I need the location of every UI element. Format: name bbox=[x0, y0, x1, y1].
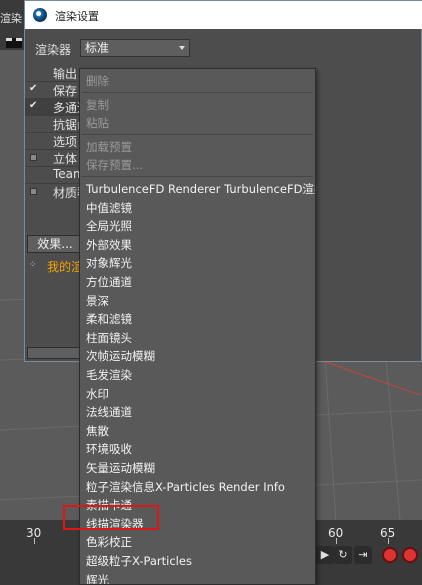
nav-item-material-override[interactable]: 材质覆写 bbox=[25, 184, 101, 200]
checkbox[interactable] bbox=[30, 188, 37, 195]
menu-item[interactable]: 柱面镜头 bbox=[80, 329, 315, 348]
ruler-tick bbox=[336, 538, 337, 544]
cinema4d-logo-icon bbox=[33, 8, 47, 22]
render-clapper-icon[interactable] bbox=[6, 38, 22, 48]
nav-item-team[interactable]: Team bbox=[25, 167, 85, 183]
chevron-down-icon bbox=[179, 46, 185, 50]
effects-button[interactable]: 效果... bbox=[27, 235, 83, 253]
menu-item[interactable]: 法线通道 bbox=[80, 403, 315, 422]
menu-item[interactable]: 水印 bbox=[80, 385, 315, 404]
playback-controls: ▶ ↻ ⇥ bbox=[312, 546, 422, 568]
menu-item[interactable]: 全局光照 bbox=[80, 217, 315, 236]
renderer-label: 渲染器 bbox=[35, 43, 72, 57]
menu-item[interactable]: 色彩校正 bbox=[80, 533, 315, 552]
menu-item[interactable]: 环境吸收 bbox=[80, 440, 315, 459]
settings-node-icon: ⁘ bbox=[29, 260, 37, 270]
checkbox[interactable] bbox=[30, 154, 37, 161]
menu-item[interactable]: 中值滤镜 bbox=[80, 199, 315, 218]
menu-item[interactable]: 柔和滤镜 bbox=[80, 310, 315, 329]
check-icon[interactable]: ✔ bbox=[29, 100, 37, 111]
highlight-annotation bbox=[63, 505, 159, 530]
menu-item[interactable]: 删除 bbox=[80, 72, 315, 91]
menu-item[interactable]: 粘贴 bbox=[80, 114, 315, 133]
nav-item-label: 保存 bbox=[53, 84, 78, 98]
auto-key-icon[interactable] bbox=[402, 547, 418, 563]
menu-item[interactable]: 毛发渲染 bbox=[80, 366, 315, 385]
menu-item[interactable]: 对象辉光 bbox=[80, 254, 315, 273]
renderer-value: 标准 bbox=[85, 41, 110, 55]
end-frame-icon[interactable]: ⇥ bbox=[354, 546, 372, 564]
nav-item-label: 立体 bbox=[53, 152, 78, 166]
ruler-tick bbox=[388, 538, 389, 544]
loop-icon[interactable]: ↻ bbox=[334, 546, 352, 564]
nav-item-multipass[interactable]: ✔ 多通道 bbox=[25, 99, 89, 115]
record-icon[interactable] bbox=[382, 547, 398, 563]
app-title: 渲染 bbox=[0, 12, 22, 25]
check-icon[interactable]: ✔ bbox=[29, 83, 37, 94]
menu-item[interactable]: TurbulenceFD Renderer TurbulenceFD渲染器 bbox=[80, 180, 315, 199]
menu-separator bbox=[82, 176, 313, 177]
render-setting-button[interactable] bbox=[27, 347, 83, 359]
menu-item[interactable]: 加载预置 bbox=[80, 138, 315, 157]
nav-item-options[interactable]: 选项 bbox=[25, 133, 83, 149]
menu-item[interactable]: 焦散 bbox=[80, 422, 315, 441]
nav-item-label: 选项 bbox=[53, 135, 78, 149]
menu-item[interactable]: 方位通道 bbox=[80, 273, 315, 292]
renderer-select[interactable]: 标准 bbox=[80, 39, 190, 57]
nav-item-stereoscopic[interactable]: 立体 bbox=[25, 150, 83, 166]
menu-item[interactable]: 景深 bbox=[80, 292, 315, 311]
render-setting-item[interactable]: ⁘ 我的渲染设置 bbox=[27, 257, 119, 275]
dialog-title: 渲染设置 bbox=[55, 10, 99, 23]
nav-item-output[interactable]: 输出 bbox=[25, 65, 83, 81]
menu-item[interactable]: 矢量运动模糊 bbox=[80, 459, 315, 478]
nav-item-save[interactable]: ✔ 保存 bbox=[25, 82, 83, 98]
ruler-tick bbox=[34, 538, 35, 544]
nav-item-label: 输出 bbox=[53, 67, 78, 81]
menu-separator bbox=[82, 133, 313, 135]
menu-item[interactable]: 次帧运动模糊 bbox=[80, 347, 315, 366]
nav-item-antialiasing[interactable]: 抗锯齿 bbox=[25, 116, 89, 132]
dialog-titlebar[interactable]: 渲染设置 bbox=[25, 1, 422, 29]
menu-item[interactable]: 辉光 bbox=[80, 571, 315, 584]
menu-item[interactable]: 粒子渲染信息X-Particles Render Info bbox=[80, 478, 315, 497]
menu-item[interactable]: 超级粒子X-Particles bbox=[80, 552, 315, 571]
menu-item[interactable]: 复制 bbox=[80, 96, 315, 115]
menu-separator bbox=[82, 91, 313, 93]
menu-item[interactable]: 保存预置... bbox=[80, 156, 315, 175]
play-forward-icon[interactable]: ▶ bbox=[316, 546, 334, 564]
menu-item[interactable]: 外部效果 bbox=[80, 236, 315, 255]
